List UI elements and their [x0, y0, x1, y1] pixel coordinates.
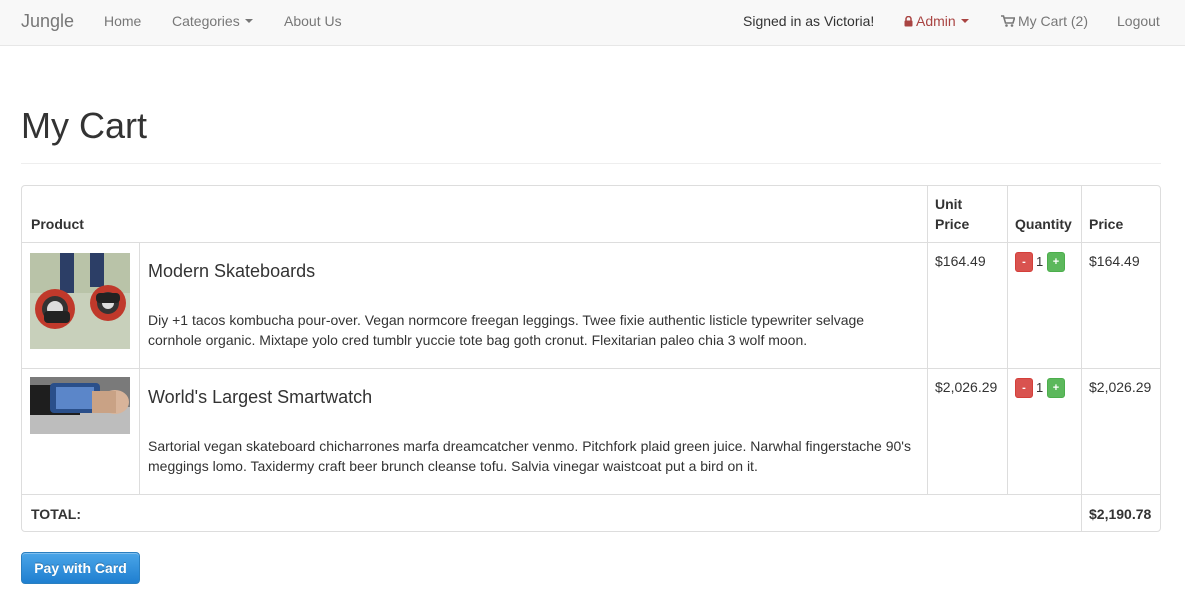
caret-down-icon — [960, 19, 969, 24]
product-description: Sartorial vegan skateboard chicharrones … — [148, 438, 911, 474]
nav-logout[interactable]: Logout — [1117, 0, 1160, 46]
cart-table: Product Unit Price Quantity Price Modern… — [21, 185, 1161, 532]
quantity-value: 1 — [1036, 380, 1044, 395]
decrease-quantity-button[interactable]: - — [1015, 378, 1033, 398]
row-divider — [22, 494, 1160, 495]
row-divider — [22, 242, 1160, 243]
nav-categories-label: Categories — [172, 13, 240, 29]
nav-my-cart[interactable]: My Cart (2) — [1001, 0, 1088, 46]
product-thumbnail[interactable] — [30, 377, 130, 434]
product-name[interactable]: Modern Skateboards — [148, 260, 315, 282]
increase-quantity-button[interactable]: + — [1047, 378, 1065, 398]
unit-price: $164.49 — [935, 253, 986, 269]
increase-quantity-button[interactable]: + — [1047, 252, 1065, 272]
header-quantity: Quantity — [1015, 216, 1072, 232]
total-label: TOTAL: — [31, 506, 82, 522]
quantity-value: 1 — [1036, 254, 1044, 269]
nav-about[interactable]: About Us — [284, 0, 342, 46]
navbar: Jungle Home Categories About Us Signed i… — [0, 0, 1185, 46]
unit-price: $2,026.29 — [935, 379, 998, 395]
skateboard-image — [30, 253, 130, 349]
nav-categories-dropdown[interactable]: Categories — [172, 0, 253, 46]
product-description: Diy +1 tacos kombucha pour-over. Vegan n… — [148, 312, 865, 348]
column-divider — [927, 186, 928, 494]
product-name[interactable]: World's Largest Smartwatch — [148, 386, 372, 408]
shopping-cart-icon — [1001, 15, 1016, 27]
total-value: $2,190.78 — [1089, 506, 1152, 522]
header-price: Price — [1089, 216, 1124, 232]
header-product: Product — [31, 216, 84, 232]
row-divider — [22, 368, 1160, 369]
brand-link[interactable]: Jungle — [21, 0, 74, 46]
page-title: My Cart — [21, 105, 147, 146]
decrease-quantity-button[interactable]: - — [1015, 252, 1033, 272]
pay-with-card-button[interactable]: Pay with Card — [21, 552, 140, 584]
product-thumbnail[interactable] — [30, 253, 130, 349]
line-price: $2,026.29 — [1089, 379, 1152, 395]
column-divider — [1007, 186, 1008, 494]
nav-admin-dropdown[interactable]: Admin — [904, 0, 969, 46]
nav-admin-label: Admin — [916, 13, 956, 29]
lock-icon — [904, 15, 913, 27]
divider — [21, 163, 1161, 164]
column-divider — [1081, 186, 1082, 531]
nav-my-cart-label: My Cart (2) — [1018, 13, 1088, 29]
line-price: $164.49 — [1089, 253, 1140, 269]
header-unit-price-line1: Unit — [935, 196, 963, 212]
signed-in-text: Signed in as Victoria! — [743, 13, 875, 29]
nav-home[interactable]: Home — [104, 0, 141, 46]
smartwatch-image — [30, 377, 130, 434]
caret-down-icon — [244, 19, 253, 24]
header-unit-price-line2: Price — [935, 216, 970, 232]
